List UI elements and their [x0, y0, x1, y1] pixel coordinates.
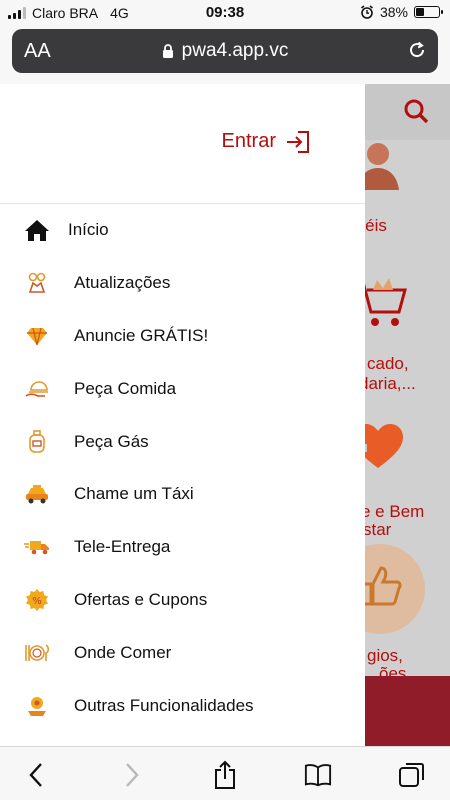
back-button[interactable] — [22, 761, 50, 789]
delivery-truck-icon — [22, 535, 52, 559]
menu-item-outras[interactable]: Outras Funcionalidades — [0, 679, 365, 732]
tabs-button[interactable] — [398, 761, 426, 789]
menu-label-atualizacoes: Atualizações — [74, 273, 171, 293]
plate-cutlery-icon — [22, 641, 52, 665]
menu-item-onde-comer[interactable]: Onde Comer — [0, 626, 365, 679]
updates-icon — [22, 271, 52, 295]
menu-label-peca-gas: Peça Gás — [74, 431, 149, 451]
search-icon[interactable] — [403, 98, 429, 124]
bg-label-market-2: daria,... — [365, 374, 416, 393]
battery-icon — [414, 6, 443, 18]
discount-badge-icon: % — [22, 588, 52, 612]
menu-item-ofertas[interactable]: % Ofertas e Cupons — [0, 574, 365, 627]
lock-icon — [162, 44, 173, 58]
share-button[interactable] — [211, 760, 239, 789]
browser-toolbar — [0, 746, 450, 800]
menu-item-anuncie[interactable]: Anuncie GRÁTIS! — [0, 310, 365, 363]
menu-item-inicio[interactable]: Início — [0, 204, 365, 257]
chevron-right-icon — [126, 763, 139, 787]
bg-label-business-1: gios, — [367, 646, 403, 665]
sign-in-icon — [287, 130, 309, 153]
reload-icon[interactable] — [406, 39, 428, 61]
forward-button[interactable] — [118, 761, 146, 789]
book-icon — [304, 764, 332, 787]
menu-item-tele-entrega[interactable]: Tele-Entrega — [0, 521, 365, 574]
shopping-cart-icon — [365, 278, 407, 326]
bg-label-business-2: ões — [379, 664, 407, 676]
address-bar[interactable]: AA pwa4.app.vc — [12, 29, 438, 73]
menu-label-peca-comida: Peça Comida — [74, 378, 177, 398]
menu-item-peca-gas[interactable]: Peça Gás — [0, 415, 365, 468]
menu-label-onde-comer: Onde Comer — [74, 642, 172, 662]
bookmarks-button[interactable] — [304, 761, 332, 789]
menu-label-tele-entrega: Tele-Entrega — [74, 537, 171, 557]
browser-address-area: AA pwa4.app.vc — [0, 26, 450, 84]
gas-cylinder-icon — [22, 429, 52, 454]
hotel-receptionist-icon — [365, 143, 399, 190]
bg-label-health-1: e e Bem — [365, 502, 425, 521]
menu-label-anuncie: Anuncie GRÁTIS! — [74, 325, 209, 345]
menu-label-ofertas: Ofertas e Cupons — [74, 589, 208, 609]
navigation-drawer: Entrar Início Atualizações Anuncie GRÁTI… — [0, 84, 365, 746]
misc-features-icon — [22, 694, 52, 718]
bg-label-market-1: cado, — [367, 354, 409, 373]
battery-fill — [416, 8, 424, 16]
taxi-icon — [22, 482, 52, 506]
svg-text:%: % — [32, 596, 42, 607]
menu-item-peca-comida[interactable]: Peça Comida — [0, 362, 365, 415]
bg-label-health-2: star — [365, 520, 392, 539]
alarm-icon — [360, 5, 373, 19]
chevron-left-icon — [29, 763, 42, 787]
menu-item-atualizacoes[interactable]: Atualizações — [0, 257, 365, 310]
drawer-header: Entrar — [0, 84, 365, 204]
share-icon — [215, 760, 235, 789]
login-button[interactable]: Entrar — [222, 130, 310, 153]
background-page: otéis cado, daria,... e e Bem star gios,… — [365, 84, 450, 746]
menu-label-outras: Outras Funcionalidades — [74, 695, 254, 715]
tabs-icon — [399, 763, 424, 787]
background-header — [365, 84, 450, 140]
diamond-icon — [22, 324, 52, 348]
food-delivery-icon — [22, 377, 52, 401]
status-right: 38% — [360, 4, 443, 20]
bg-label-hotels: otéis — [365, 216, 387, 235]
menu-label-chame-taxi: Chame um Táxi — [74, 484, 194, 504]
background-footer — [365, 676, 450, 746]
url-display[interactable]: pwa4.app.vc — [12, 40, 438, 62]
status-bar: Claro BRA 4G 09:38 38% — [0, 0, 450, 26]
menu-item-chame-taxi[interactable]: Chame um Táxi — [0, 468, 365, 521]
home-icon — [22, 218, 52, 242]
menu-label-inicio: Início — [68, 220, 109, 240]
drawer-menu: Início Atualizações Anuncie GRÁTIS! Peça… — [0, 204, 365, 732]
url-text: pwa4.app.vc — [181, 40, 289, 61]
login-label: Entrar — [221, 130, 276, 152]
battery-percent: 38% — [379, 4, 408, 20]
heart-health-icon — [365, 424, 403, 468]
thumbs-up-icon — [365, 566, 402, 606]
